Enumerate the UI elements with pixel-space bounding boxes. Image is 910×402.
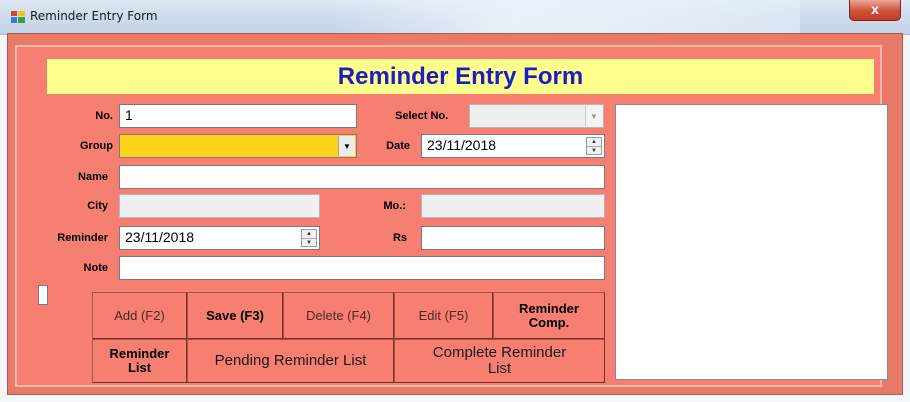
title-bar-glass xyxy=(330,0,800,34)
delete-button[interactable]: Delete (F4) xyxy=(283,292,394,339)
date-spinner[interactable]: ▲ ▼ xyxy=(586,137,602,155)
date-value: 23/11/2018 xyxy=(427,137,497,153)
save-button[interactable]: Save (F3) xyxy=(187,292,283,339)
note-input[interactable] xyxy=(119,256,605,280)
complete-reminder-list-label-line2: List xyxy=(487,360,512,377)
reminder-list-button[interactable]: Reminder List xyxy=(92,339,187,383)
reminder-date-spinner[interactable]: ▲ ▼ xyxy=(301,229,317,247)
pending-reminder-list-label: Pending Reminder List xyxy=(214,352,367,369)
reminder-comp-button[interactable]: Reminder Comp. xyxy=(493,292,605,339)
add-button-label: Add (F2) xyxy=(114,307,165,323)
date-label: Date xyxy=(386,140,410,152)
close-button[interactable]: x xyxy=(849,0,901,21)
edit-button-label: Edit (F5) xyxy=(418,307,469,323)
name-input[interactable] xyxy=(119,165,605,189)
no-label: No. xyxy=(95,110,113,122)
form-banner: Reminder Entry Form xyxy=(47,59,874,94)
title-bar[interactable]: Reminder Entry Form x xyxy=(0,0,910,35)
reminder-list-label-line1: Reminder xyxy=(109,346,170,361)
app-window: Reminder Entry Form x Reminder Entry For… xyxy=(0,0,910,402)
city-label: City xyxy=(87,200,108,212)
select-no-label: Select No. xyxy=(395,110,449,122)
reminder-list-label-line2: List xyxy=(127,360,152,375)
rs-label: Rs xyxy=(392,232,407,244)
mobile-label: Mo.: xyxy=(383,200,406,212)
pending-reminder-list-button[interactable]: Pending Reminder List xyxy=(187,339,394,383)
add-button[interactable]: Add (F2) xyxy=(92,292,187,339)
reminder-comp-label-line1: Reminder xyxy=(519,300,579,316)
chevron-down-icon[interactable]: ▼ xyxy=(585,106,602,126)
select-no-dropdown[interactable]: ▼ xyxy=(469,104,604,128)
save-button-label: Save (F3) xyxy=(206,307,264,323)
no-input[interactable]: 1 xyxy=(119,104,357,128)
window-title: Reminder Entry Form xyxy=(30,9,158,23)
complete-reminder-list-label-line1: Complete Reminder xyxy=(432,344,567,361)
group-label: Group xyxy=(80,140,113,152)
complete-reminder-list-button[interactable]: Complete Reminder List xyxy=(394,339,605,383)
reminder-date-value: 23/11/2018 xyxy=(125,229,195,245)
spin-up-icon[interactable]: ▲ xyxy=(302,230,316,238)
page-title: Reminder Entry Form xyxy=(337,63,584,90)
note-label: Note xyxy=(83,262,108,274)
mobile-input[interactable] xyxy=(421,194,605,218)
reminder-comp-label-line2: Comp. xyxy=(528,314,570,330)
rs-input[interactable] xyxy=(421,226,605,250)
city-input[interactable] xyxy=(119,194,320,218)
reminder-label: Reminder xyxy=(57,232,108,244)
close-icon: x xyxy=(871,1,879,17)
date-picker[interactable]: 23/11/2018 ▲ ▼ xyxy=(421,134,605,158)
form-icon xyxy=(11,11,25,23)
edit-button[interactable]: Edit (F5) xyxy=(394,292,493,339)
no-value: 1 xyxy=(125,107,133,123)
spin-down-icon[interactable]: ▼ xyxy=(302,238,316,247)
reminder-date-picker[interactable]: 23/11/2018 ▲ ▼ xyxy=(119,226,320,250)
group-dropdown[interactable]: ▼ xyxy=(119,134,357,158)
chevron-down-icon[interactable]: ▼ xyxy=(338,136,355,156)
delete-button-label: Delete (F4) xyxy=(305,307,372,323)
reminder-listbox[interactable] xyxy=(615,104,888,380)
small-checkbox[interactable] xyxy=(38,285,48,305)
spin-up-icon[interactable]: ▲ xyxy=(587,138,601,146)
name-label: Name xyxy=(78,171,108,183)
spin-down-icon[interactable]: ▼ xyxy=(587,146,601,155)
